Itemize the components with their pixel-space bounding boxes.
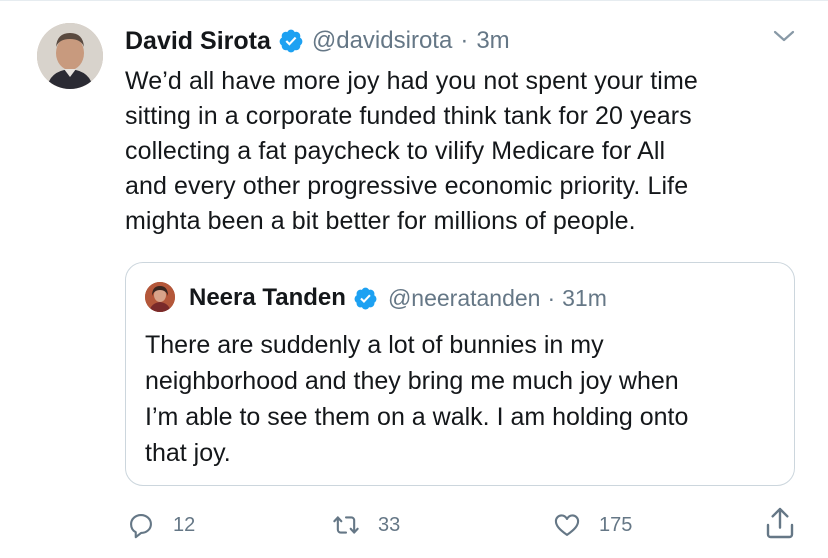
quoted-text-line: There are suddenly a lot of bunnies in m… bbox=[145, 331, 604, 359]
quoted-tweet-card[interactable]: Neera Tanden @neeratanden · 31m There ar… bbox=[125, 262, 795, 486]
reply-count: 12 bbox=[173, 513, 196, 536]
quoted-text-line: I’m able to see them on a walk. I am hol… bbox=[145, 403, 689, 431]
retweet-icon bbox=[333, 516, 359, 534]
separator-dot: · bbox=[460, 27, 469, 54]
verified-badge-icon bbox=[354, 287, 377, 309]
like-count: 175 bbox=[599, 513, 633, 536]
quoted-avatar-image bbox=[145, 282, 175, 312]
quoted-text-line: neighborhood and they bring me much joy … bbox=[145, 367, 679, 395]
quoted-author-handle[interactable]: @neeratanden bbox=[388, 285, 541, 312]
top-divider bbox=[0, 0, 828, 1]
quoted-timestamp[interactable]: 31m bbox=[562, 285, 607, 312]
action-bar: 12 33 175 bbox=[0, 505, 828, 545]
verified-badge-icon bbox=[279, 29, 303, 53]
reply-icon bbox=[130, 514, 152, 539]
retweet-button[interactable]: 33 bbox=[332, 505, 400, 545]
quoted-tweet-header: Neera Tanden @neeratanden · 31m bbox=[189, 282, 607, 314]
share-icon[interactable] bbox=[764, 505, 796, 541]
avatar-image bbox=[37, 23, 103, 89]
heart-icon bbox=[554, 514, 580, 536]
tweet-text-line: mighta been a bit better for millions of… bbox=[125, 207, 636, 235]
author-handle[interactable]: @davidsirota bbox=[312, 27, 452, 55]
quoted-author-name[interactable]: Neera Tanden bbox=[189, 284, 346, 312]
tweet-text-line: and every other progressive economic pri… bbox=[125, 172, 689, 200]
separator-dot: · bbox=[547, 284, 556, 311]
author-name[interactable]: David Sirota bbox=[125, 27, 271, 56]
tweet-text-line: We’d all have more joy had you not spent… bbox=[125, 67, 698, 95]
reply-button[interactable]: 12 bbox=[127, 505, 195, 545]
timestamp[interactable]: 3m bbox=[476, 27, 509, 55]
tweet-header: David Sirota @davidsirota · 3m bbox=[125, 24, 510, 58]
quoted-text-line: that joy. bbox=[145, 439, 231, 467]
retweet-count: 33 bbox=[378, 513, 401, 536]
avatar[interactable] bbox=[37, 23, 103, 89]
quoted-tweet-text: There are suddenly a lot of bunnies in m… bbox=[145, 327, 785, 471]
like-button[interactable]: 175 bbox=[553, 505, 632, 545]
tweet-text: We’d all have more joy had you not spent… bbox=[125, 64, 805, 239]
tweet-text-line: sitting in a corporate funded think tank… bbox=[125, 102, 692, 130]
chevron-down-icon[interactable] bbox=[772, 28, 796, 44]
tweet-text-line: collecting a fat paycheck to vilify Medi… bbox=[125, 137, 666, 165]
quoted-avatar[interactable] bbox=[145, 282, 175, 312]
